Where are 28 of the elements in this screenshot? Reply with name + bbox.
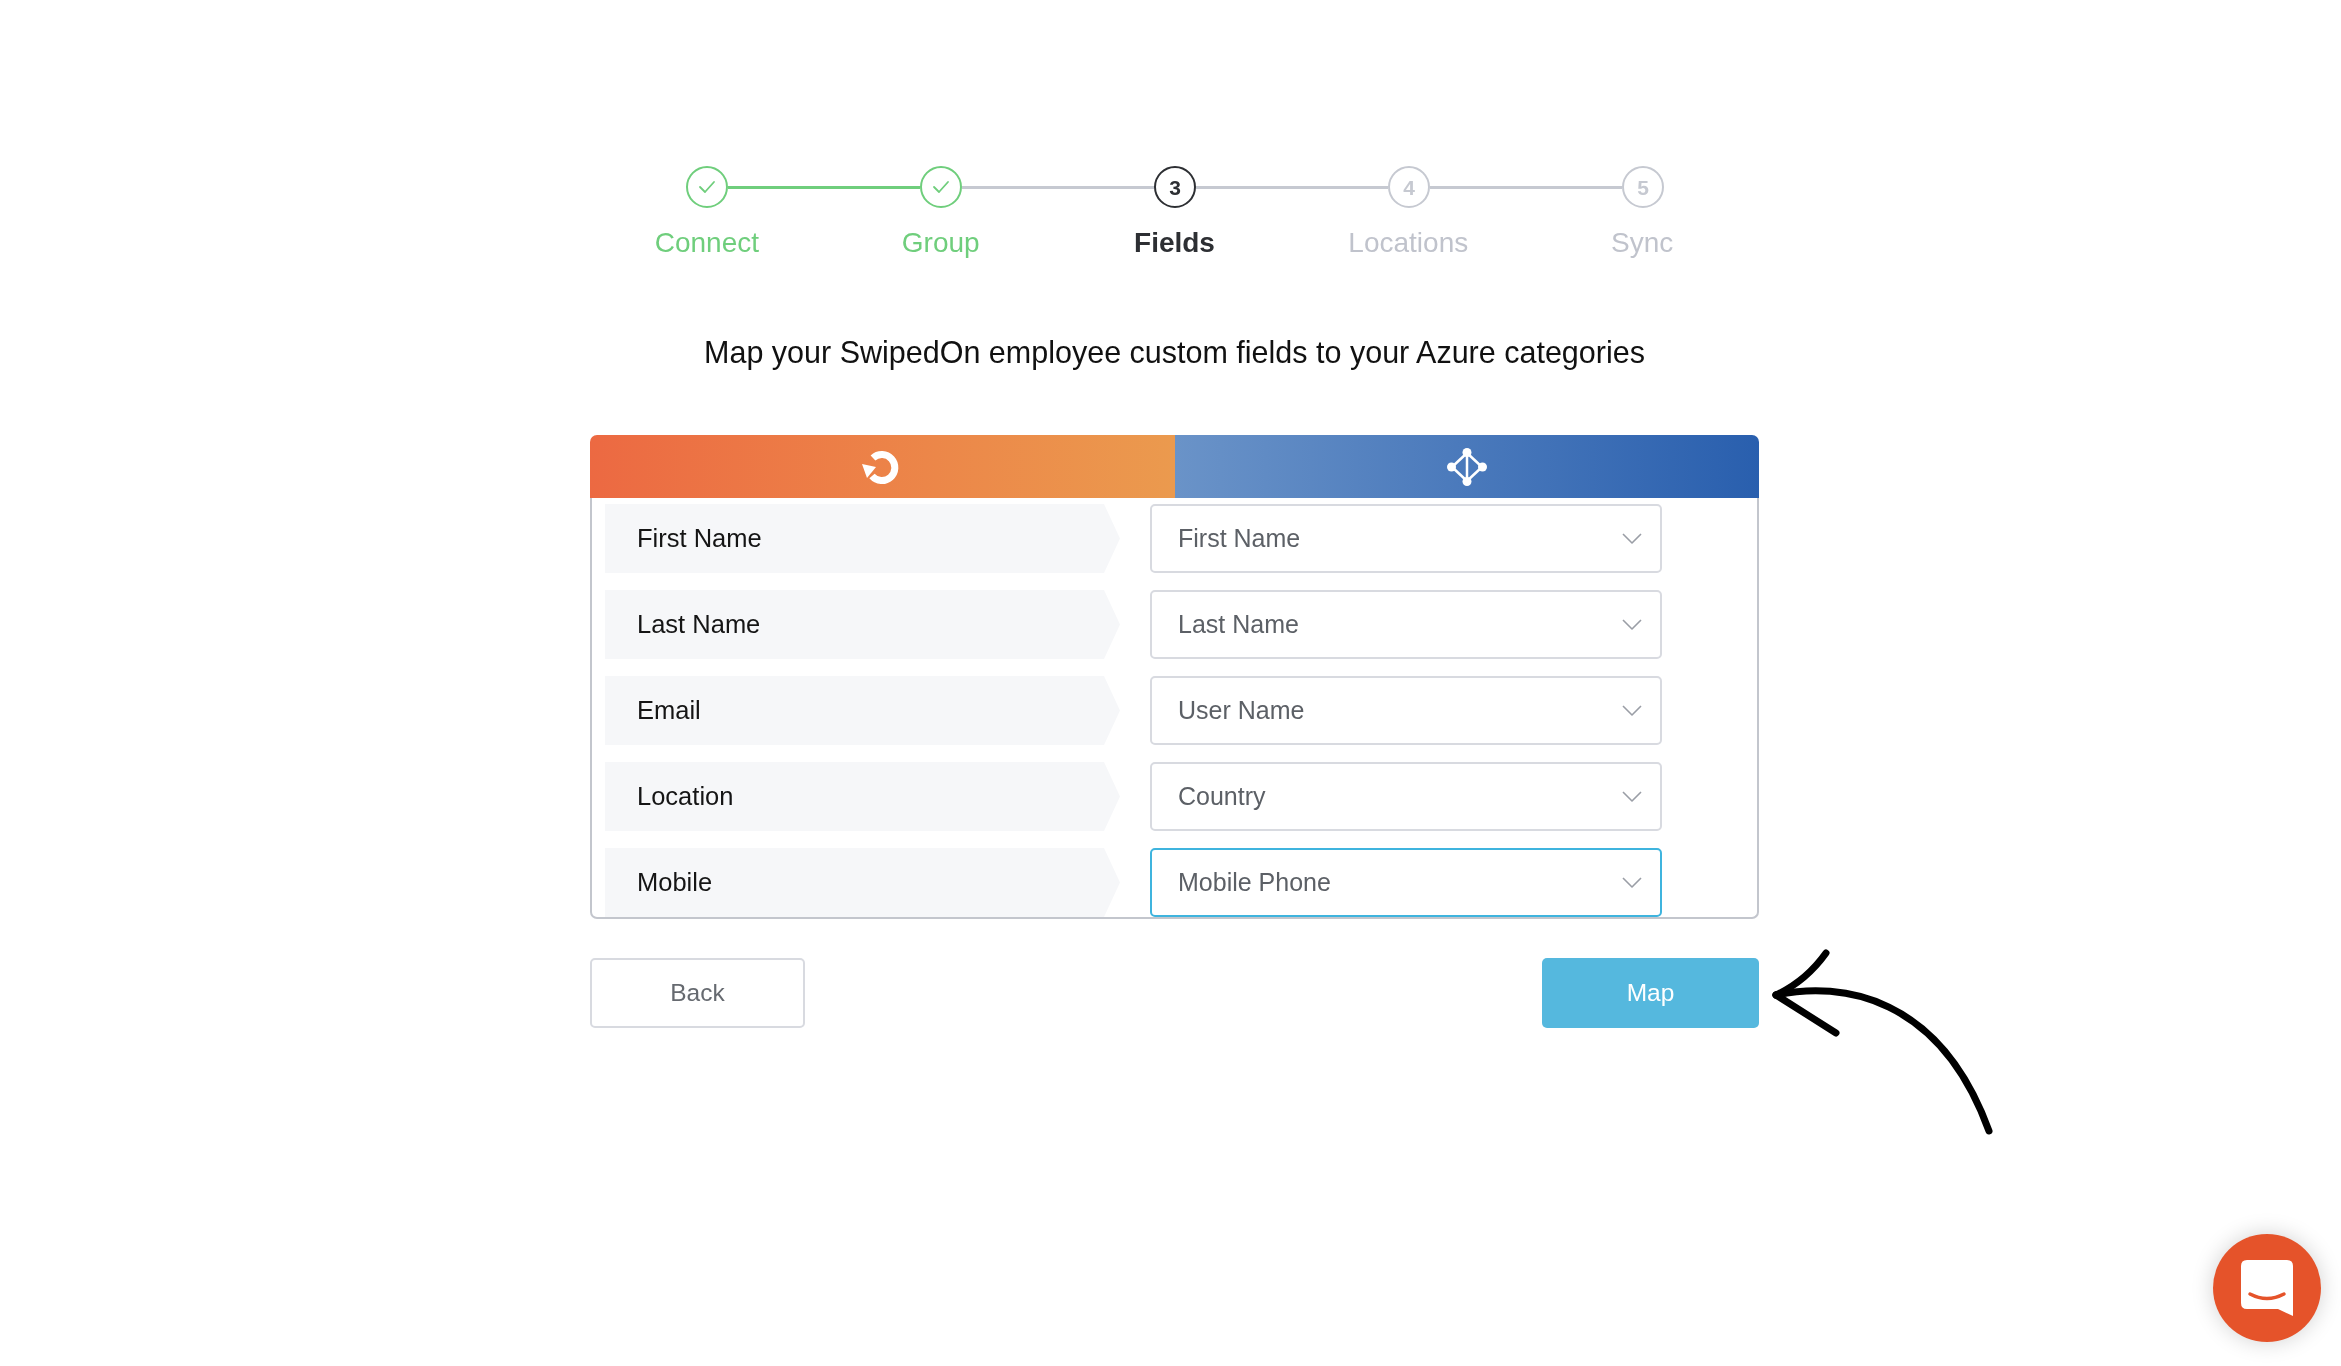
- step-label: Locations: [1348, 227, 1469, 259]
- back-button[interactable]: Back: [590, 958, 805, 1028]
- chevron-down-icon: [1622, 619, 1642, 630]
- select-field[interactable]: Mobile Phone: [1150, 848, 1662, 917]
- step-label: Group: [901, 227, 980, 259]
- curved-arrow-icon: [1772, 948, 1994, 1136]
- field-label: Mobile: [605, 848, 1120, 917]
- select-field[interactable]: User Name: [1150, 676, 1662, 745]
- step-label: Sync: [1610, 227, 1674, 259]
- step-number: 3: [1154, 166, 1196, 208]
- step-label: Fields: [1134, 227, 1215, 259]
- step-number: 5: [1622, 166, 1664, 208]
- select-field[interactable]: Last Name: [1150, 590, 1662, 659]
- select-field[interactable]: First Name: [1150, 504, 1662, 573]
- field-label: Email: [605, 676, 1120, 745]
- smiling-speech-bubble-icon: [2241, 1260, 2293, 1316]
- step-number: 4: [1388, 166, 1430, 208]
- chevron-down-icon: [1622, 877, 1642, 888]
- chevron-down-icon: [1622, 533, 1642, 544]
- field-label: First Name: [605, 504, 1120, 573]
- field-label: Location: [605, 762, 1120, 831]
- page-heading: Map your SwipedOn employee custom fields to your Azure categories: [703, 334, 1646, 370]
- network-nodes-icon: [1446, 447, 1487, 486]
- chevron-down-icon: [1622, 791, 1642, 802]
- chevron-down-icon: [1622, 705, 1642, 716]
- select-field[interactable]: Country: [1150, 762, 1662, 831]
- field-label: Last Name: [605, 590, 1120, 659]
- step-label: Connect: [654, 227, 760, 259]
